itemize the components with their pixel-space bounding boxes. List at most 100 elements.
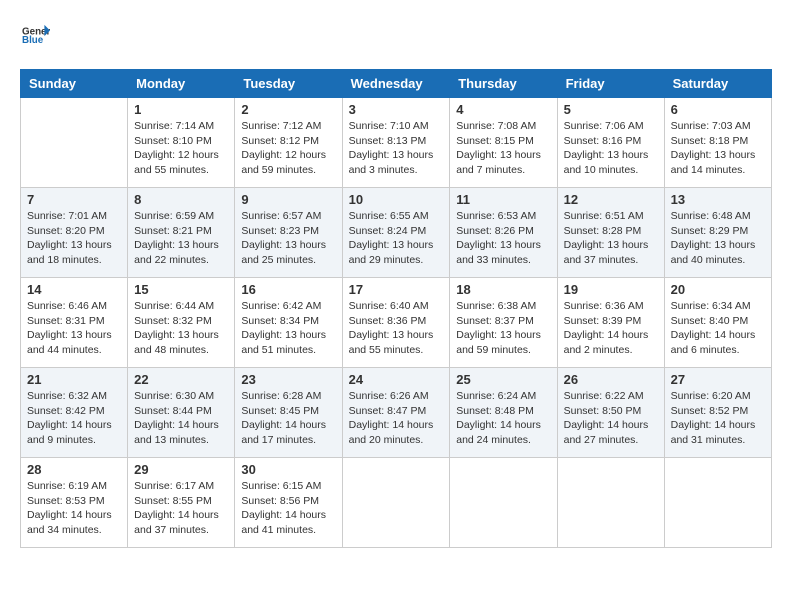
day-cell: 27 Sunrise: 6:20 AM Sunset: 8:52 PM Dayli… xyxy=(664,368,771,458)
day-cell: 7 Sunrise: 7:01 AM Sunset: 8:20 PM Daylig… xyxy=(21,188,128,278)
day-number: 4 xyxy=(456,102,550,117)
day-info: Sunrise: 6:19 AM Sunset: 8:53 PM Dayligh… xyxy=(27,479,121,538)
day-cell xyxy=(664,458,771,548)
day-number: 12 xyxy=(564,192,658,207)
day-number: 14 xyxy=(27,282,121,297)
day-number: 6 xyxy=(671,102,765,117)
day-number: 17 xyxy=(349,282,444,297)
calendar: SundayMondayTuesdayWednesdayThursdayFrid… xyxy=(20,69,772,548)
day-info: Sunrise: 6:59 AM Sunset: 8:21 PM Dayligh… xyxy=(134,209,228,268)
day-info: Sunrise: 6:42 AM Sunset: 8:34 PM Dayligh… xyxy=(241,299,335,358)
day-info: Sunrise: 6:28 AM Sunset: 8:45 PM Dayligh… xyxy=(241,389,335,448)
day-cell: 25Sunrise: 6:24 AM Sunset: 8:48 PM Dayli… xyxy=(450,368,557,458)
day-number: 25 xyxy=(456,372,550,387)
day-cell: 5 Sunrise: 7:06 AM Sunset: 8:16 PM Daylig… xyxy=(557,98,664,188)
day-info: Sunrise: 7:06 AM Sunset: 8:16 PM Dayligh… xyxy=(564,119,658,178)
day-cell: 24Sunrise: 6:26 AM Sunset: 8:47 PM Dayli… xyxy=(342,368,450,458)
day-number: 28 xyxy=(27,462,121,477)
day-cell: 19Sunrise: 6:36 AM Sunset: 8:39 PM Dayli… xyxy=(557,278,664,368)
day-cell: 20 Sunrise: 6:34 AM Sunset: 8:40 PM Dayli… xyxy=(664,278,771,368)
week-row-5: 28 Sunrise: 6:19 AM Sunset: 8:53 PM Dayli… xyxy=(21,458,772,548)
day-info: Sunrise: 6:34 AM Sunset: 8:40 PM Dayligh… xyxy=(671,299,765,358)
day-cell: 1 Sunrise: 7:14 AM Sunset: 8:10 PM Daylig… xyxy=(128,98,235,188)
day-cell: 21Sunrise: 6:32 AM Sunset: 8:42 PM Dayli… xyxy=(21,368,128,458)
day-info: Sunrise: 6:20 AM Sunset: 8:52 PM Dayligh… xyxy=(671,389,765,448)
day-number: 7 xyxy=(27,192,121,207)
day-cell: 11Sunrise: 6:53 AM Sunset: 8:26 PM Dayli… xyxy=(450,188,557,278)
day-info: Sunrise: 7:03 AM Sunset: 8:18 PM Dayligh… xyxy=(671,119,765,178)
day-info: Sunrise: 6:40 AM Sunset: 8:36 PM Dayligh… xyxy=(349,299,444,358)
day-cell: 23Sunrise: 6:28 AM Sunset: 8:45 PM Dayli… xyxy=(235,368,342,458)
day-cell xyxy=(557,458,664,548)
day-cell: 2 Sunrise: 7:12 AM Sunset: 8:12 PM Daylig… xyxy=(235,98,342,188)
week-row-4: 21Sunrise: 6:32 AM Sunset: 8:42 PM Dayli… xyxy=(21,368,772,458)
day-cell: 17 Sunrise: 6:40 AM Sunset: 8:36 PM Dayli… xyxy=(342,278,450,368)
day-info: Sunrise: 6:17 AM Sunset: 8:55 PM Dayligh… xyxy=(134,479,228,538)
day-cell: 13 Sunrise: 6:48 AM Sunset: 8:29 PM Dayli… xyxy=(664,188,771,278)
day-number: 13 xyxy=(671,192,765,207)
day-number: 11 xyxy=(456,192,550,207)
day-info: Sunrise: 6:36 AM Sunset: 8:39 PM Dayligh… xyxy=(564,299,658,358)
day-number: 16 xyxy=(241,282,335,297)
day-info: Sunrise: 6:44 AM Sunset: 8:32 PM Dayligh… xyxy=(134,299,228,358)
day-info: Sunrise: 6:30 AM Sunset: 8:44 PM Dayligh… xyxy=(134,389,228,448)
day-cell: 28 Sunrise: 6:19 AM Sunset: 8:53 PM Dayli… xyxy=(21,458,128,548)
day-info: Sunrise: 7:10 AM Sunset: 8:13 PM Dayligh… xyxy=(349,119,444,178)
day-header-friday: Friday xyxy=(557,70,664,98)
day-number: 30 xyxy=(241,462,335,477)
day-number: 27 xyxy=(671,372,765,387)
day-info: Sunrise: 6:22 AM Sunset: 8:50 PM Dayligh… xyxy=(564,389,658,448)
day-number: 1 xyxy=(134,102,228,117)
day-info: Sunrise: 6:51 AM Sunset: 8:28 PM Dayligh… xyxy=(564,209,658,268)
day-cell: 3 Sunrise: 7:10 AM Sunset: 8:13 PM Daylig… xyxy=(342,98,450,188)
day-number: 21 xyxy=(27,372,121,387)
day-cell: 30 Sunrise: 6:15 AM Sunset: 8:56 PM Dayli… xyxy=(235,458,342,548)
day-info: Sunrise: 6:57 AM Sunset: 8:23 PM Dayligh… xyxy=(241,209,335,268)
svg-text:Blue: Blue xyxy=(22,35,44,46)
day-info: Sunrise: 6:55 AM Sunset: 8:24 PM Dayligh… xyxy=(349,209,444,268)
day-number: 5 xyxy=(564,102,658,117)
day-number: 26 xyxy=(564,372,658,387)
day-cell: 9 Sunrise: 6:57 AM Sunset: 8:23 PM Daylig… xyxy=(235,188,342,278)
logo-icon: General Blue xyxy=(22,20,50,48)
day-cell: 4 Sunrise: 7:08 AM Sunset: 8:15 PM Daylig… xyxy=(450,98,557,188)
day-header-tuesday: Tuesday xyxy=(235,70,342,98)
days-header-row: SundayMondayTuesdayWednesdayThursdayFrid… xyxy=(21,70,772,98)
day-number: 3 xyxy=(349,102,444,117)
day-info: Sunrise: 6:38 AM Sunset: 8:37 PM Dayligh… xyxy=(456,299,550,358)
day-cell: 10 Sunrise: 6:55 AM Sunset: 8:24 PM Dayli… xyxy=(342,188,450,278)
day-number: 10 xyxy=(349,192,444,207)
day-cell: 22 Sunrise: 6:30 AM Sunset: 8:44 PM Dayli… xyxy=(128,368,235,458)
day-header-wednesday: Wednesday xyxy=(342,70,450,98)
day-cell: 12 Sunrise: 6:51 AM Sunset: 8:28 PM Dayli… xyxy=(557,188,664,278)
day-number: 2 xyxy=(241,102,335,117)
day-info: Sunrise: 6:48 AM Sunset: 8:29 PM Dayligh… xyxy=(671,209,765,268)
day-cell: 14 Sunrise: 6:46 AM Sunset: 8:31 PM Dayli… xyxy=(21,278,128,368)
day-cell: 8Sunrise: 6:59 AM Sunset: 8:21 PM Daylig… xyxy=(128,188,235,278)
header: General Blue xyxy=(20,20,772,53)
day-header-monday: Monday xyxy=(128,70,235,98)
day-info: Sunrise: 7:14 AM Sunset: 8:10 PM Dayligh… xyxy=(134,119,228,178)
week-row-2: 7 Sunrise: 7:01 AM Sunset: 8:20 PM Daylig… xyxy=(21,188,772,278)
day-number: 20 xyxy=(671,282,765,297)
day-number: 18 xyxy=(456,282,550,297)
day-number: 15 xyxy=(134,282,228,297)
day-cell: 29 Sunrise: 6:17 AM Sunset: 8:55 PM Dayli… xyxy=(128,458,235,548)
day-header-saturday: Saturday xyxy=(664,70,771,98)
day-cell: 15 Sunrise: 6:44 AM Sunset: 8:32 PM Dayli… xyxy=(128,278,235,368)
day-info: Sunrise: 7:08 AM Sunset: 8:15 PM Dayligh… xyxy=(456,119,550,178)
day-info: Sunrise: 6:46 AM Sunset: 8:31 PM Dayligh… xyxy=(27,299,121,358)
day-info: Sunrise: 7:01 AM Sunset: 8:20 PM Dayligh… xyxy=(27,209,121,268)
day-header-sunday: Sunday xyxy=(21,70,128,98)
day-cell xyxy=(21,98,128,188)
day-number: 9 xyxy=(241,192,335,207)
day-cell: 18 Sunrise: 6:38 AM Sunset: 8:37 PM Dayli… xyxy=(450,278,557,368)
day-info: Sunrise: 7:12 AM Sunset: 8:12 PM Dayligh… xyxy=(241,119,335,178)
day-number: 29 xyxy=(134,462,228,477)
day-number: 22 xyxy=(134,372,228,387)
day-info: Sunrise: 6:15 AM Sunset: 8:56 PM Dayligh… xyxy=(241,479,335,538)
day-cell: 6 Sunrise: 7:03 AM Sunset: 8:18 PM Daylig… xyxy=(664,98,771,188)
day-cell: 26 Sunrise: 6:22 AM Sunset: 8:50 PM Dayli… xyxy=(557,368,664,458)
day-cell xyxy=(342,458,450,548)
logo: General Blue xyxy=(20,20,50,53)
